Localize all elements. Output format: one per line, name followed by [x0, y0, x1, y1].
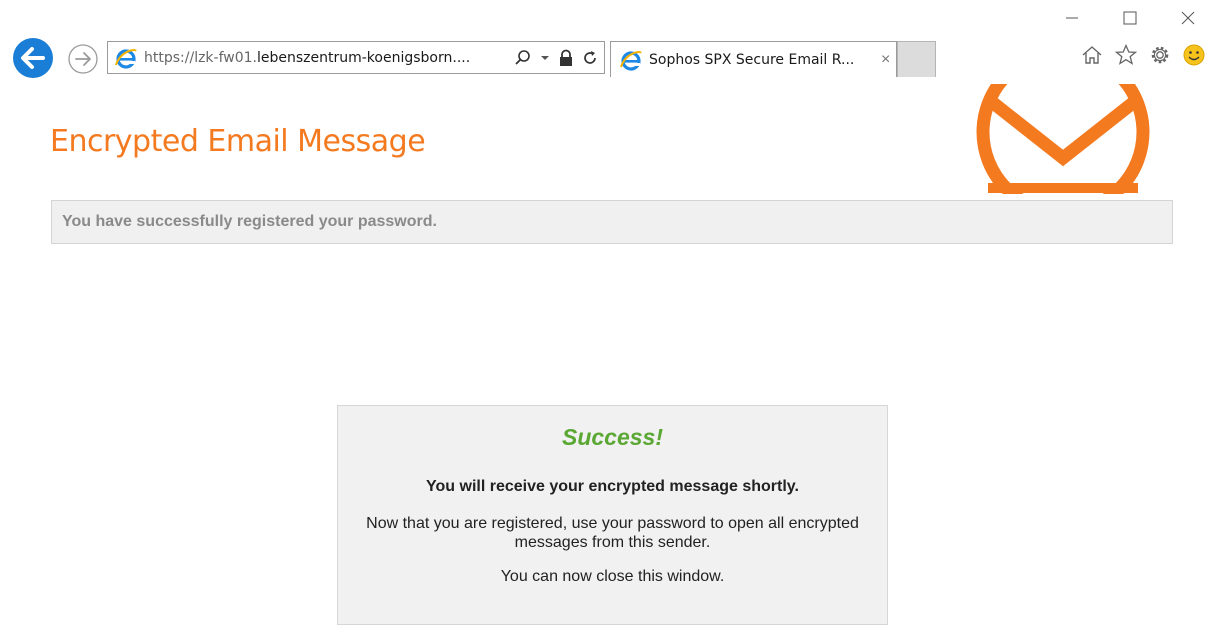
toolbar-icons: [1080, 43, 1206, 67]
minimize-icon: [1066, 17, 1078, 19]
tab-favicon-icon: [620, 50, 642, 71]
browser-chrome: https://lzk-fw01.lebenszentrum-koenigsbo…: [0, 0, 1214, 84]
search-icon[interactable]: [514, 49, 532, 67]
back-button[interactable]: [8, 36, 60, 80]
forward-button[interactable]: [66, 43, 100, 75]
ie-logo-icon: [115, 48, 137, 69]
forward-arrow-icon: [68, 44, 98, 74]
maximize-button[interactable]: [1120, 8, 1140, 28]
home-icon[interactable]: [1080, 43, 1104, 67]
address-bar-icons: [514, 49, 598, 67]
success-panel: Success! You will receive your encrypted…: [337, 405, 888, 625]
lock-icon[interactable]: [558, 49, 574, 67]
tab-close-button[interactable]: ×: [881, 51, 890, 69]
page-title: Encrypted Email Message: [50, 124, 426, 159]
address-bar[interactable]: https://lzk-fw01.lebenszentrum-koenigsbo…: [107, 41, 605, 74]
maximize-icon: [1123, 11, 1137, 25]
success-message-detail: Now that you are registered, use your pa…: [366, 515, 859, 551]
star-icon[interactable]: [1114, 43, 1138, 67]
url-text[interactable]: https://lzk-fw01.lebenszentrum-koenigsbo…: [144, 50, 504, 66]
status-notice: You have successfully registered your pa…: [51, 200, 1173, 244]
success-message-close: You can now close this window.: [500, 568, 725, 585]
url-host-main: lebenszentrum-koenigsborn....: [256, 49, 471, 66]
new-tab-button[interactable]: [897, 41, 936, 77]
envelope-logo-icon: [976, 84, 1150, 194]
url-host-prefix: lzk-fw01.: [194, 49, 257, 66]
smiley-icon[interactable]: [1182, 43, 1206, 67]
minimize-button[interactable]: [1062, 8, 1082, 28]
back-arrow-icon: [13, 38, 53, 78]
tab-title: Sophos SPX Secure Email R...: [649, 51, 855, 68]
window-controls: [1062, 8, 1198, 28]
close-window-button[interactable]: [1178, 8, 1198, 28]
url-scheme: https://: [144, 49, 195, 66]
refresh-icon[interactable]: [582, 50, 598, 66]
success-title: Success!: [561, 424, 663, 450]
gear-icon[interactable]: [1148, 43, 1172, 67]
status-notice-text: You have successfully registered your pa…: [62, 213, 437, 230]
tab-active[interactable]: Sophos SPX Secure Email R... ×: [610, 41, 897, 77]
chevron-down-icon[interactable]: [540, 53, 550, 63]
sophos-logo: [972, 84, 1154, 194]
success-message-main: You will receive your encrypted message …: [426, 478, 799, 495]
close-icon: [1181, 11, 1195, 25]
